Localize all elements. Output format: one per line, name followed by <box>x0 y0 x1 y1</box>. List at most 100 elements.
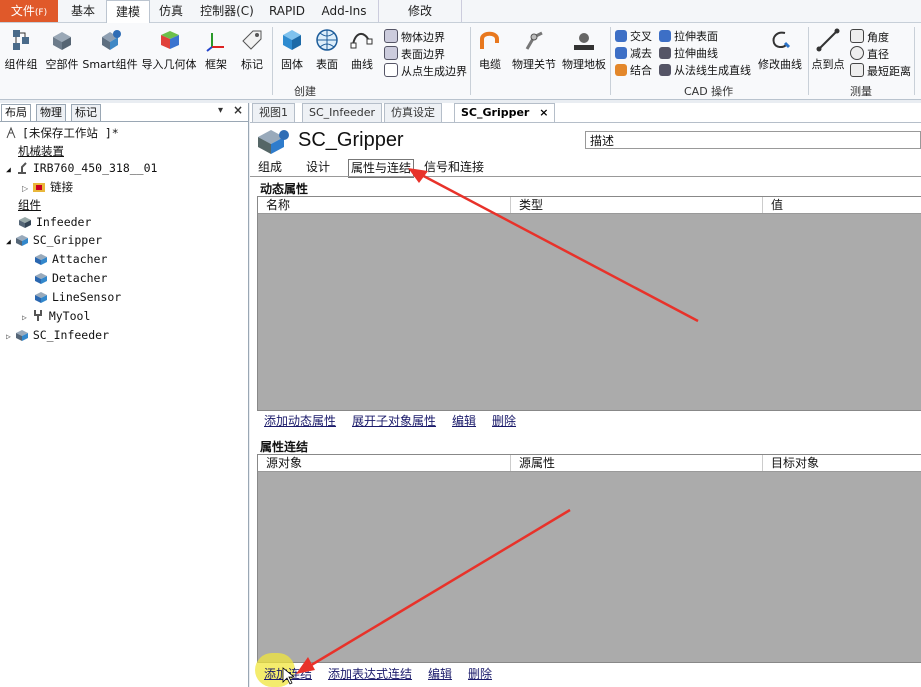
collapsed-arrow-icon[interactable]: ▷ <box>6 332 11 341</box>
column-source-object[interactable]: 源对象 <box>258 455 510 471</box>
empty-part-icon <box>53 32 71 50</box>
close-panel-icon[interactable]: × <box>233 103 243 117</box>
import-geometry-button[interactable]: 导入几何体 <box>139 27 199 72</box>
tab-layout[interactable]: 布局 <box>1 104 31 122</box>
cable-label: 电缆 <box>479 58 501 71</box>
column-type[interactable]: 类型 <box>510 197 762 213</box>
expanded-arrow-icon[interactable]: ◢ <box>6 237 11 246</box>
line-from-normal-button[interactable]: 从法线生成直线 <box>659 63 751 79</box>
extrude-curve-button[interactable]: 拉伸曲线 <box>659 46 718 62</box>
mechanism-header: 机械装置 <box>18 144 64 158</box>
tag-icon <box>242 30 262 50</box>
tree-item-linesensor[interactable]: LineSensor <box>34 290 121 304</box>
cable-button[interactable]: 电缆 <box>474 27 506 72</box>
column-name[interactable]: 名称 <box>258 197 510 213</box>
tab-sc-infeeder[interactable]: SC_Infeeder <box>302 103 383 123</box>
tree-item-mytool[interactable]: ▷ MyTool <box>22 309 90 323</box>
curve-button[interactable]: 曲线 <box>346 27 378 72</box>
tab-sc-gripper[interactable]: SC_Gripper × <box>454 103 556 122</box>
surface-boundary-button[interactable]: 表面边界 <box>384 46 445 62</box>
tree-item-robot[interactable]: ◢ IRB760_450_318__01 <box>6 161 157 175</box>
frame-label: 框架 <box>205 58 227 71</box>
add-binding-link[interactable]: 添加连结 <box>264 665 312 682</box>
menu-modify[interactable]: 修改 <box>378 0 462 22</box>
smart-component-icon <box>35 292 47 303</box>
intersect-icon <box>615 30 627 42</box>
boundary-from-points-icon <box>384 63 398 77</box>
import-geometry-icon <box>161 31 179 49</box>
subtab-signals-connections[interactable]: 信号和连接 <box>424 159 484 176</box>
collapsed-arrow-icon[interactable]: ▷ <box>22 313 27 322</box>
divider <box>0 121 248 122</box>
menu-rapid[interactable]: RAPID <box>264 0 310 22</box>
collapsed-arrow-icon[interactable]: ▷ <box>22 184 28 193</box>
tree-item-sc-infeeder[interactable]: ▷ SC_Infeeder <box>6 328 109 342</box>
point-to-point-button[interactable]: 点到点 <box>810 27 846 72</box>
intersect-button[interactable]: 交叉 <box>615 29 652 45</box>
expanded-arrow-icon[interactable]: ◢ <box>6 165 11 174</box>
delete-link[interactable]: 删除 <box>492 412 516 429</box>
edit-link[interactable]: 编辑 <box>428 665 452 682</box>
ribbon: 组件组 空部件 Smart组件 导入几何体 框架 标记 固体 表面 曲线 物体边… <box>0 23 921 100</box>
station-node[interactable]: [未保存工作站 ]* <box>4 125 119 141</box>
tree-item-detacher[interactable]: Detacher <box>34 271 107 285</box>
tool-icon <box>33 310 42 321</box>
column-source-property[interactable]: 源属性 <box>510 455 762 471</box>
menu-addins[interactable]: Add-Ins <box>314 0 374 22</box>
menu-file[interactable]: 文件(F) <box>0 0 58 22</box>
delete-link[interactable]: 删除 <box>468 665 492 682</box>
tree-item-links[interactable]: ▷ 链接 <box>22 179 73 195</box>
menu-modeling[interactable]: 建模 <box>106 0 150 23</box>
frame-button[interactable]: 框架 <box>200 27 232 72</box>
smart-component-button[interactable]: Smart组件 <box>82 27 138 72</box>
angle-button[interactable]: 角度 <box>850 29 889 45</box>
edit-link[interactable]: 编辑 <box>452 412 476 429</box>
create-group-label: 创建 <box>294 85 316 98</box>
tab-physics[interactable]: 物理 <box>36 104 66 122</box>
tree-item-attacher[interactable]: Attacher <box>34 252 107 266</box>
object-boundary-icon <box>384 29 398 43</box>
add-dynamic-property-link[interactable]: 添加动态属性 <box>264 412 336 429</box>
subtab-design[interactable]: 设计 <box>306 159 330 176</box>
tree-item-infeeder[interactable]: Infeeder <box>18 215 91 229</box>
solid-button[interactable]: 固体 <box>276 27 308 72</box>
property-bindings-grid[interactable]: 源对象 源属性 目标对象 <box>257 454 921 663</box>
surface-button[interactable]: 表面 <box>311 27 343 72</box>
point-to-point-icon <box>816 28 840 52</box>
component-group-button[interactable]: 组件组 <box>2 27 40 72</box>
point-to-point-label: 点到点 <box>811 58 845 71</box>
column-value[interactable]: 值 <box>762 197 921 213</box>
pin-icon[interactable]: ▾ <box>218 105 223 116</box>
add-expression-binding-link[interactable]: 添加表达式连结 <box>328 665 412 682</box>
menu-controller[interactable]: 控制器(C) <box>194 0 260 22</box>
tag-button[interactable]: 标记 <box>236 27 268 72</box>
import-geometry-label: 导入几何体 <box>141 58 197 71</box>
menu-basic[interactable]: 基本 <box>62 0 104 22</box>
boundary-from-points-button[interactable]: 从点生成边界 <box>384 63 467 79</box>
column-target-object[interactable]: 目标对象 <box>762 455 921 471</box>
tab-tags[interactable]: 标记 <box>71 104 101 122</box>
close-tab-icon[interactable]: × <box>539 106 548 119</box>
physics-floor-icon <box>574 33 594 50</box>
min-distance-button[interactable]: 最短距离 <box>850 63 911 79</box>
physics-joint-button[interactable]: 物理关节 <box>508 27 560 72</box>
solid-label: 固体 <box>281 58 303 71</box>
smart-component-icon <box>15 235 28 246</box>
smart-component-icon <box>102 30 121 50</box>
physics-floor-button[interactable]: 物理地板 <box>560 27 608 72</box>
tree-item-sc-gripper[interactable]: ◢ SC_Gripper <box>6 233 102 247</box>
union-button[interactable]: 结合 <box>615 63 652 79</box>
empty-part-button[interactable]: 空部件 <box>43 27 81 72</box>
diameter-button[interactable]: 直径 <box>850 46 889 62</box>
subtract-button[interactable]: 减去 <box>615 46 652 62</box>
tab-sim-settings[interactable]: 仿真设定 <box>384 103 442 123</box>
menu-simulation[interactable]: 仿真 <box>150 0 192 22</box>
dynamic-properties-grid[interactable]: 名称 类型 值 <box>257 196 921 411</box>
tab-view1[interactable]: 视图1 <box>252 103 295 123</box>
expand-child-properties-link[interactable]: 展开子对象属性 <box>352 412 436 429</box>
object-boundary-button[interactable]: 物体边界 <box>384 29 445 45</box>
description-field[interactable]: 描述 <box>585 131 921 149</box>
extrude-surface-button[interactable]: 拉伸表面 <box>659 29 718 45</box>
subtab-composition[interactable]: 组成 <box>258 159 282 176</box>
modify-curve-button[interactable]: 修改曲线 <box>756 27 804 72</box>
